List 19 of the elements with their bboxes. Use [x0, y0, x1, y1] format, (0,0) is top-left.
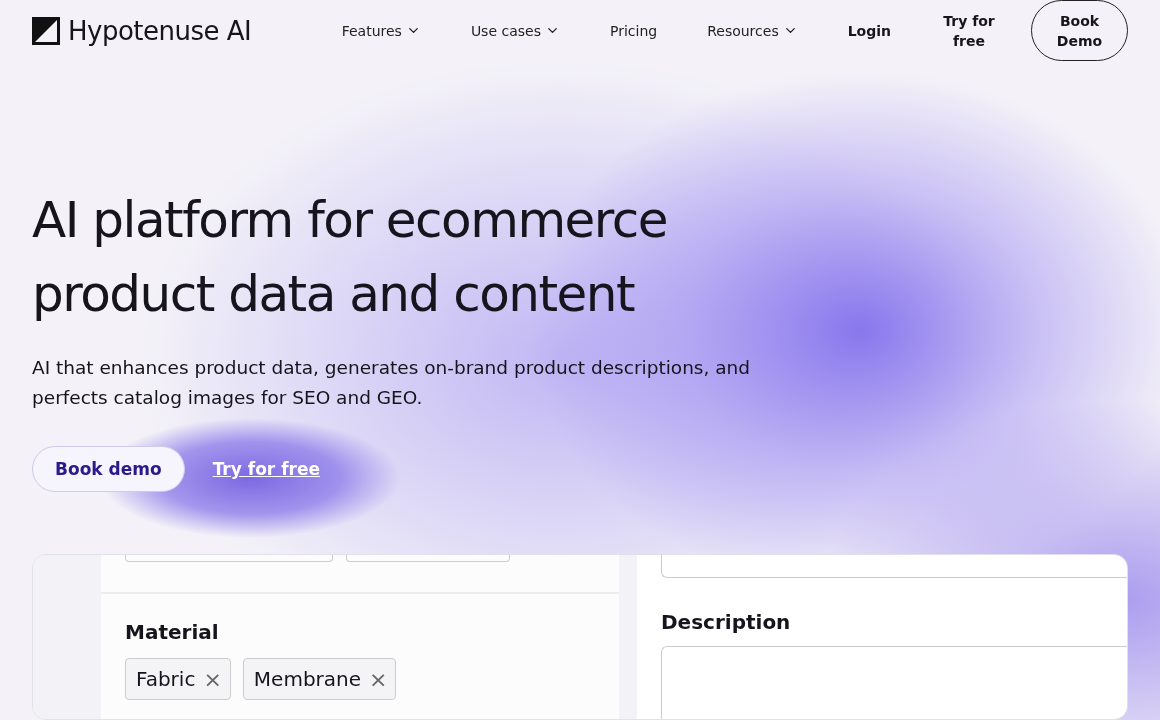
field-label: Material: [125, 620, 220, 644]
remove-icon[interactable]: ×: [369, 666, 388, 692]
try-free-link[interactable]: Try for free: [212, 459, 320, 479]
hero-title: AI platform for ecommerce product data and content: [32, 190, 669, 325]
hero-subtitle: AI that enhances product data, generates on-brand product descriptions, and perfects catalog images for SEO and GEO.: [32, 356, 752, 410]
remove-icon[interactable]: ×: [203, 666, 222, 692]
nav-link[interactable]: Features: [341, 22, 421, 39]
description-field[interactable]: [661, 646, 1127, 719]
logo-text[interactable]: Hypotenuse AI: [68, 15, 252, 46]
nav-link[interactable]: Resources: [707, 22, 798, 39]
tag-chip: Fabric ×: [125, 658, 231, 700]
try-free-link[interactable]: Try for free: [941, 10, 997, 51]
login-link[interactable]: Login: [847, 22, 891, 39]
logo-icon: [32, 16, 60, 45]
field-label: Description: [661, 610, 792, 634]
nav-link[interactable]: Use cases: [470, 22, 560, 39]
book-demo-button[interactable]: Book demo: [32, 446, 185, 492]
tag-chip: Membrane ×: [242, 658, 397, 700]
nav-link[interactable]: Pricing: [609, 22, 658, 39]
